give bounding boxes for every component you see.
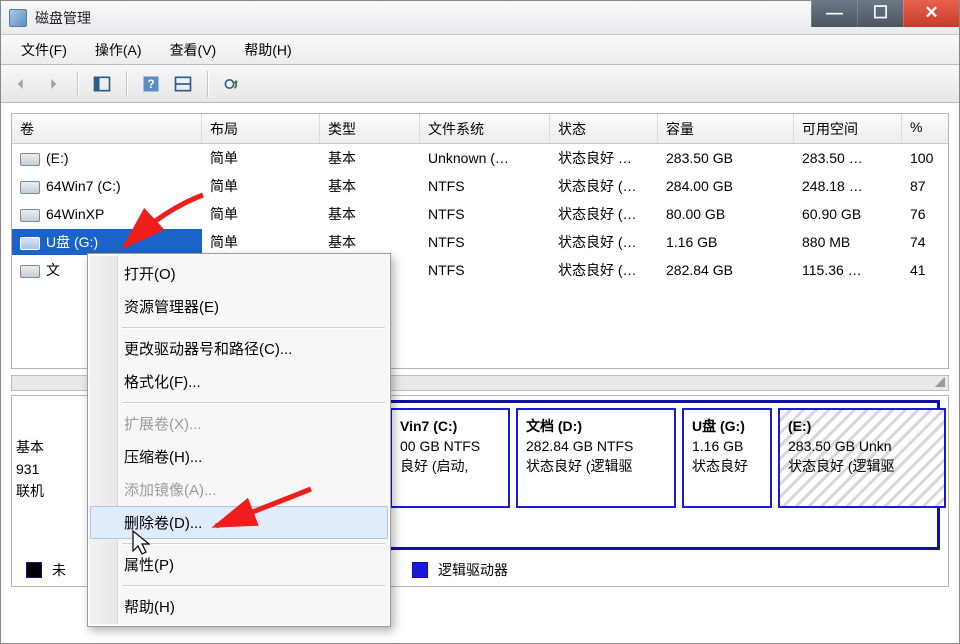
svg-text:?: ?	[147, 78, 154, 91]
volume-icon	[20, 181, 40, 194]
menu-view[interactable]: 查看(V)	[156, 37, 231, 63]
legend-logical-icon	[412, 562, 428, 578]
col-filesystem[interactable]: 文件系统	[420, 114, 550, 143]
volume-icon	[20, 265, 40, 278]
legend-unallocated-icon	[26, 562, 42, 578]
ctx-item[interactable]: 帮助(H)	[90, 590, 388, 623]
partition[interactable]: U盘 (G:)1.16 GB状态良好	[682, 408, 772, 508]
disk-type: 基本	[16, 439, 44, 455]
ctx-item[interactable]: 资源管理器(E)	[90, 290, 388, 323]
partition[interactable]: 文档 (D:)282.84 GB NTFS状态良好 (逻辑驱	[516, 408, 676, 508]
menu-help[interactable]: 帮助(H)	[230, 37, 305, 63]
help-icon: ?	[141, 74, 161, 94]
ctx-separator	[122, 585, 385, 586]
col-free[interactable]: 可用空间	[794, 114, 902, 143]
disk-pane: Vin7 (C:)00 GB NTFS良好 (启动,文档 (D:)282.84 …	[382, 400, 940, 550]
col-layout[interactable]: 布局	[202, 114, 320, 143]
minimize-button[interactable]: —	[811, 0, 857, 27]
disk-info: 基本 931 联机	[16, 436, 44, 502]
help-button[interactable]: ?	[137, 70, 165, 98]
gear-refresh-icon	[222, 74, 242, 94]
layout-icon	[173, 74, 193, 94]
toolbar-settings-button[interactable]	[218, 70, 246, 98]
ctx-separator	[122, 543, 385, 544]
column-headers: 卷 布局 类型 文件系统 状态 容量 可用空间 %	[12, 114, 948, 144]
volume-icon	[20, 153, 40, 166]
menu-action[interactable]: 操作(A)	[81, 37, 156, 63]
table-row[interactable]: (E:)简单基本Unknown (…状态良好 …283.50 GB283.50 …	[12, 144, 948, 172]
menu-file[interactable]: 文件(F)	[7, 37, 81, 63]
partition[interactable]: (E:)283.50 GB Unkn状态良好 (逻辑驱	[778, 408, 946, 508]
forward-button[interactable]	[39, 70, 67, 98]
panel-icon	[92, 74, 112, 94]
separator-icon	[207, 71, 208, 97]
ctx-item[interactable]: 压缩卷(H)...	[90, 440, 388, 473]
disk-state: 联机	[16, 483, 44, 499]
ctx-separator	[122, 327, 385, 328]
col-capacity[interactable]: 容量	[658, 114, 794, 143]
arrow-right-icon	[43, 74, 63, 94]
legend-logical-label: 逻辑驱动器	[438, 560, 508, 580]
col-percent[interactable]: %	[902, 114, 944, 143]
legend-unallocated-label: 未	[52, 560, 66, 580]
legend-2: 逻辑驱动器	[412, 560, 508, 580]
col-status[interactable]: 状态	[550, 114, 658, 143]
col-volume[interactable]: 卷	[12, 114, 202, 143]
ctx-item: 扩展卷(X)...	[90, 407, 388, 440]
col-type[interactable]: 类型	[320, 114, 420, 143]
volume-icon	[20, 237, 40, 250]
ctx-item: 添加镜像(A)...	[90, 473, 388, 506]
separator-icon	[126, 71, 127, 97]
toolbar: ?	[1, 65, 959, 103]
legend: 未	[26, 560, 66, 580]
toolbar-layout-button[interactable]	[169, 70, 197, 98]
back-button[interactable]	[7, 70, 35, 98]
table-row[interactable]: 64WinXP简单基本NTFS状态良好 (…80.00 GB60.90 GB76	[12, 200, 948, 228]
menubar: 文件(F) 操作(A) 查看(V) 帮助(H)	[1, 35, 959, 65]
volume-icon	[20, 209, 40, 222]
ctx-separator	[122, 402, 385, 403]
separator-icon	[77, 71, 78, 97]
maximize-button[interactable]: ☐	[857, 0, 903, 27]
toolbar-view-button[interactable]	[88, 70, 116, 98]
context-menu: 打开(O)资源管理器(E) 更改驱动器号和路径(C)...格式化(F)... 扩展卷…	[87, 253, 391, 627]
ctx-item[interactable]: 属性(P)	[90, 548, 388, 581]
app-icon	[9, 9, 27, 27]
arrow-left-icon	[11, 74, 31, 94]
titlebar: 磁盘管理 — ☐ ✕	[1, 1, 959, 35]
ctx-item[interactable]: 删除卷(D)...	[90, 506, 388, 539]
ctx-item[interactable]: 打开(O)	[90, 257, 388, 290]
table-row[interactable]: U盘 (G:)简单基本NTFS状态良好 (…1.16 GB880 MB74	[12, 228, 948, 256]
window-controls: — ☐ ✕	[811, 0, 959, 27]
ctx-item[interactable]: 更改驱动器号和路径(C)...	[90, 332, 388, 365]
disk-size: 931	[16, 461, 39, 477]
table-row[interactable]: 64Win7 (C:)简单基本NTFS状态良好 (…284.00 GB248.1…	[12, 172, 948, 200]
ctx-item[interactable]: 格式化(F)...	[90, 365, 388, 398]
partition[interactable]: Vin7 (C:)00 GB NTFS良好 (启动,	[390, 408, 510, 508]
close-button[interactable]: ✕	[903, 0, 959, 27]
